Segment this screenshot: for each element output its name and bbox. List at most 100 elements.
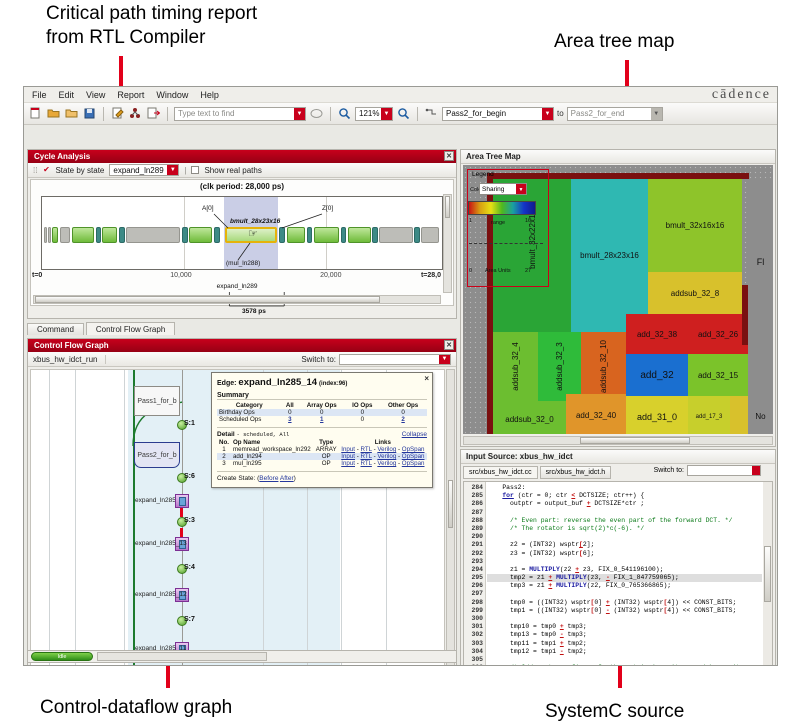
zoom-in-icon[interactable] xyxy=(396,106,411,121)
area-tree-map-canvas[interactable]: bmult_32x22x16 bmult_28x23x16 bmult_32x1… xyxy=(463,165,773,434)
cfg-switch-to-dropdown-icon[interactable]: ▼ xyxy=(439,354,450,364)
state-select-dropdown-icon[interactable]: ▼ xyxy=(167,165,179,175)
cfg-close-icon[interactable]: ✕ xyxy=(444,340,454,350)
menu-help[interactable]: Help xyxy=(200,90,219,100)
tooltip-collapse-link[interactable]: Collapse xyxy=(402,431,427,438)
treemap-block[interactable]: add_32_40 xyxy=(566,394,626,434)
cell-other-link[interactable]: 2 xyxy=(379,416,427,423)
code-line[interactable]: tmp3 = z1 + MULTIPLY(z2, FIX_0_765366865… xyxy=(487,582,762,590)
cycle-horizontal-scrollbar-thumb[interactable] xyxy=(35,296,381,303)
create-state-before-link[interactable]: Before xyxy=(259,475,278,482)
treemap-block[interactable]: add_32 xyxy=(626,354,688,396)
code-line[interactable] xyxy=(487,509,762,517)
menu-edit[interactable]: Edit xyxy=(59,90,75,100)
find-circle-icon[interactable] xyxy=(309,106,324,121)
input-source-switch-to-input[interactable] xyxy=(687,465,761,476)
create-state-after-link[interactable]: After xyxy=(280,475,294,482)
edge-tooltip[interactable]: × Edge: expand_ln285_14 (index:96) Summa… xyxy=(211,372,433,488)
code-line[interactable]: /* Odd part per figure 8; the matrix is … xyxy=(487,664,762,665)
input-source-switch-to-dropdown-icon[interactable] xyxy=(752,466,760,475)
treemap-block[interactable]: add_32_38 xyxy=(626,314,688,354)
edit-icon[interactable] xyxy=(110,106,125,121)
cfg-box-pass1[interactable]: Pass1_for_b xyxy=(134,386,180,416)
state-by-state-checkbox[interactable]: ✔ xyxy=(42,166,50,174)
find-input[interactable]: Type text to find ▼ xyxy=(174,106,306,121)
zoom-level-input[interactable]: 121% ▼ xyxy=(355,106,393,121)
range-icon[interactable] xyxy=(424,106,439,121)
export-icon[interactable] xyxy=(146,106,161,121)
save-icon[interactable] xyxy=(82,106,97,121)
range-to-dropdown-icon[interactable]: ▼ xyxy=(650,107,662,120)
cycle-horizontal-scrollbar[interactable] xyxy=(33,295,441,304)
code-line[interactable]: /* Even part: reverse the even part of t… xyxy=(487,517,762,525)
treemap-horizontal-scrollbar-thumb[interactable] xyxy=(580,437,690,444)
link-verilog[interactable]: Verilog xyxy=(377,446,396,453)
cycle-vertical-scrollbar[interactable] xyxy=(443,194,452,293)
treemap-color-select[interactable]: Sharing ▼ xyxy=(479,183,527,195)
link-rtl[interactable]: RTL xyxy=(361,460,372,467)
cfg-switch-to-input[interactable]: ▼ xyxy=(339,353,451,365)
treemap-block[interactable] xyxy=(730,396,748,434)
source-code-view[interactable]: 284 285 286 287 288 289 290 291 292 293 294 295 296 2… xyxy=(463,481,773,665)
tab-source-h[interactable]: src/xbus_hw_idct.h xyxy=(539,465,612,479)
code-line[interactable]: Pass2: xyxy=(487,484,762,492)
treemap-block[interactable]: add_17_3 xyxy=(688,396,730,434)
menu-window[interactable]: Window xyxy=(156,90,188,100)
treemap-block-right-edge-2[interactable]: No xyxy=(748,395,773,434)
treemap-block[interactable]: add_32_15 xyxy=(688,354,748,396)
code-line[interactable]: z3 = (INT32) wsptr[6]; xyxy=(487,550,762,558)
code-line[interactable]: z1 = MULTIPLY(z2 + z3, FIX_0_541196100); xyxy=(487,566,762,574)
link-opspan[interactable]: OpSpan xyxy=(402,446,425,453)
code-line[interactable]: tmp1 = ((INT32) wsptr[0] - (INT32) wsptr… xyxy=(487,607,762,615)
cfg-vertical-scrollbar[interactable] xyxy=(446,369,455,665)
source-vertical-scrollbar-thumb[interactable] xyxy=(764,546,771,602)
cfg-vertical-scrollbar-thumb[interactable] xyxy=(448,480,453,528)
code-line[interactable] xyxy=(487,590,762,598)
hierarchy-icon[interactable] xyxy=(128,106,143,121)
zoom-out-icon[interactable] xyxy=(337,106,352,121)
state-select[interactable]: expand_ln289 ▼ xyxy=(109,164,180,176)
find-dropdown-icon[interactable]: ▼ xyxy=(294,107,305,120)
treemap-block[interactable]: addsub_32_10 xyxy=(581,332,626,401)
link-input[interactable]: Input xyxy=(341,460,355,467)
tab-source-cc[interactable]: src/xbus_hw_idct.cc xyxy=(463,465,538,479)
code-line[interactable] xyxy=(487,558,762,566)
treemap-horizontal-scrollbar[interactable] xyxy=(463,436,773,445)
code-line[interactable]: tmp0 = ((INT32) wsptr[0] + (INT32) wsptr… xyxy=(487,599,762,607)
cell-all-link[interactable]: 3 xyxy=(282,416,299,423)
code-line[interactable] xyxy=(487,533,762,541)
link-opspan[interactable]: OpSpan xyxy=(402,453,425,460)
link-input[interactable]: Input xyxy=(341,453,355,460)
treemap-block[interactable]: addsub_32_0 xyxy=(493,401,566,434)
link-rtl[interactable]: RTL xyxy=(361,446,372,453)
tab-command[interactable]: Command xyxy=(27,323,84,335)
code-line[interactable]: for (ctr = 0; ctr < DCTSIZE; ctr++) { xyxy=(487,492,762,500)
treemap-block[interactable]: addsub_32_8 xyxy=(648,272,742,314)
menu-file[interactable]: File xyxy=(32,90,47,100)
source-vertical-scrollbar[interactable] xyxy=(763,482,772,665)
range-from-input[interactable]: Pass2_for_begin ▼ xyxy=(442,106,554,121)
code-line[interactable] xyxy=(487,656,762,664)
treemap-block[interactable]: addsub_32_4 xyxy=(493,332,538,401)
menu-view[interactable]: View xyxy=(86,90,105,100)
new-icon[interactable] xyxy=(28,106,43,121)
tab-control-flow-graph[interactable]: Control Flow Graph xyxy=(85,322,176,335)
code-line[interactable]: tmp2 = z1 + MULTIPLY(z3, - FIX_1_8477590… xyxy=(487,574,762,583)
code-line[interactable]: z2 = (INT32) wsptr[2]; xyxy=(487,541,762,549)
cell-array-link[interactable]: 1 xyxy=(298,416,345,423)
code-line[interactable]: tmp10 = tmp0 + tmp3; xyxy=(487,623,762,631)
cfg-canvas[interactable]: Pass1_for_b Pass2_for_b S:1 S:6 expand_l… xyxy=(30,369,445,665)
code-line[interactable]: outptr = output_buf + DCTSIZE*ctr ; xyxy=(487,500,762,508)
treemap-color-select-dropdown-icon[interactable]: ▼ xyxy=(516,184,526,194)
range-to-input[interactable]: Pass2_for_end ▼ xyxy=(566,106,663,121)
menu-report[interactable]: Report xyxy=(117,90,144,100)
cfg-op-node[interactable] xyxy=(175,494,189,508)
link-input[interactable]: Input xyxy=(341,446,355,453)
code-line[interactable] xyxy=(487,615,762,623)
code-line[interactable]: tmp12 = tmp1 - tmp2; xyxy=(487,648,762,656)
cfg-box-pass2[interactable]: Pass2_for_b xyxy=(134,442,180,468)
link-verilog[interactable]: Verilog xyxy=(377,453,396,460)
show-real-paths-checkbox[interactable] xyxy=(191,166,200,174)
range-from-dropdown-icon[interactable]: ▼ xyxy=(542,107,553,120)
cycle-analysis-close-icon[interactable]: ✕ xyxy=(444,151,454,161)
